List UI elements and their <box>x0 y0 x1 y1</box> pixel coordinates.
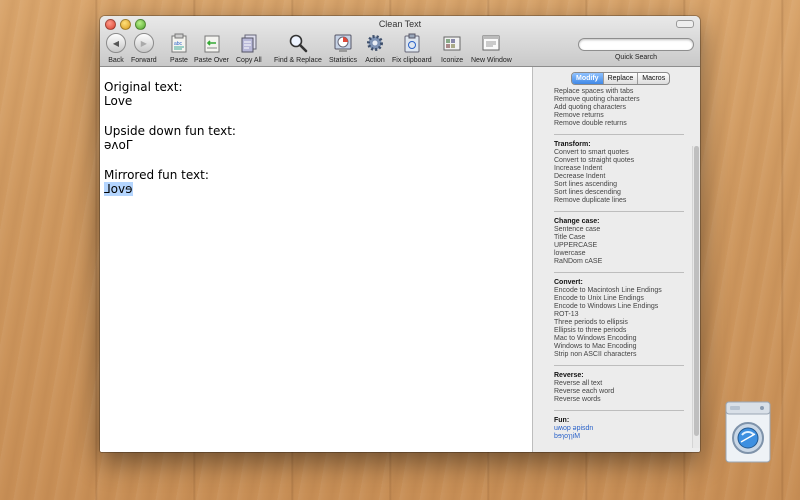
command-item[interactable]: Remove duplicate lines <box>554 197 684 205</box>
statistics-icon <box>332 32 354 54</box>
forward-button[interactable]: ▶ Forward <box>131 32 157 64</box>
back-button[interactable]: ◀ Back <box>105 32 127 64</box>
new-window-button[interactable]: New Window <box>471 32 512 64</box>
command-item[interactable]: Remove quoting characters <box>554 96 684 104</box>
clipboard-icon <box>401 32 423 54</box>
command-item[interactable]: Three periods to ellipsis <box>554 319 684 327</box>
command-item[interactable]: Convert to straight quotes <box>554 157 684 165</box>
statistics-button[interactable]: Statistics <box>329 32 357 64</box>
tab-replace[interactable]: Replace <box>604 73 639 84</box>
copy-all-button[interactable]: Copy All <box>236 32 262 64</box>
group-reverse: Reverse: Reverse all text Reverse each w… <box>554 372 684 411</box>
back-arrow-icon: ◀ <box>106 33 126 53</box>
magnifier-icon <box>287 32 309 54</box>
command-item[interactable]: ROT-13 <box>554 311 684 319</box>
command-item[interactable]: Strip non ASCII characters <box>554 351 684 359</box>
upside-down-value: ǝʌoΓ <box>104 138 133 152</box>
group-transform: Transform: Convert to smart quotes Conve… <box>554 141 684 212</box>
clean-text-window: Clean Text ◀ Back ▶ Forward abc Paste Pa… <box>100 16 700 452</box>
quick-search-input[interactable] <box>578 38 694 51</box>
group-title: Transform: <box>554 141 591 148</box>
forward-arrow-icon: ▶ <box>133 33 154 53</box>
command-item[interactable]: Mac to Windows Encoding <box>554 335 684 343</box>
copy-all-icon <box>238 32 260 54</box>
command-item[interactable]: Sort lines descending <box>554 189 684 197</box>
original-heading: Original text: <box>104 80 183 94</box>
command-item[interactable]: Replace spaces with tabs <box>554 88 684 96</box>
command-item[interactable]: Reverse words <box>554 396 684 404</box>
command-item[interactable]: Remove double returns <box>554 120 684 128</box>
command-item[interactable]: RaNDom cASE <box>554 258 684 266</box>
paste-icon: abc <box>168 32 190 54</box>
command-item[interactable]: Encode to Windows Line Endings <box>554 303 684 311</box>
command-item[interactable]: Convert to smart quotes <box>554 149 684 157</box>
command-item[interactable]: Ellipsis to three periods <box>554 327 684 335</box>
paste-button[interactable]: abc Paste <box>168 32 190 64</box>
upside-down-heading: Upside down fun text: <box>104 124 236 138</box>
command-item[interactable]: Reverse each word <box>554 388 684 396</box>
iconize-icon <box>441 32 463 54</box>
mirrored-value-selection: evoL <box>104 182 133 196</box>
group-title: Fun: <box>554 417 570 424</box>
mirrored-heading: Mirrored fun text: <box>104 168 209 182</box>
mirrored-value: evoL <box>104 182 133 196</box>
find-replace-button[interactable]: Find & Replace <box>274 32 322 64</box>
tab-macros[interactable]: Macros <box>638 73 669 84</box>
svg-text:abc: abc <box>174 41 183 47</box>
command-item[interactable]: Encode to Macintosh Line Endings <box>554 287 684 295</box>
quick-search-label: Quick Search <box>614 54 658 61</box>
command-list: Replace spaces with tabs Remove quoting … <box>554 88 684 452</box>
toolbar-toggle-button[interactable] <box>676 20 694 28</box>
tab-modify[interactable]: Modify <box>572 73 604 84</box>
command-item[interactable]: Sort lines ascending <box>554 181 684 189</box>
command-item[interactable]: Remove returns <box>554 112 684 120</box>
group-title: Convert: <box>554 279 583 286</box>
command-item[interactable]: Decrease Indent <box>554 173 684 181</box>
clean-text-app-icon[interactable] <box>725 401 771 463</box>
window-title: Clean Text <box>378 19 422 29</box>
text-editor[interactable]: Original text: Love Upside down fun text… <box>100 67 532 452</box>
group-fun: Fun: uʍop ǝpisdn bɘɿoɿɿiM <box>554 417 684 447</box>
toolbar: Clean Text ◀ Back ▶ Forward abc Paste Pa… <box>100 16 700 67</box>
action-button[interactable]: Action <box>364 32 386 64</box>
paste-over-button[interactable]: Paste Over <box>194 32 229 64</box>
sidebar-tabs: Modify Replace Macros <box>571 72 671 85</box>
sidebar: Modify Replace Macros Replace spaces wit… <box>533 67 700 452</box>
sidebar-scrollbar[interactable] <box>692 146 700 448</box>
command-item[interactable]: lowercase <box>554 250 684 258</box>
group-title: Change case: <box>554 218 600 225</box>
command-item[interactable]: bɘɿoɿɿiM <box>554 433 684 441</box>
gear-icon <box>364 32 386 54</box>
paste-over-icon <box>201 32 223 54</box>
command-item[interactable]: Windows to Mac Encoding <box>554 343 684 351</box>
new-window-icon <box>480 32 502 54</box>
command-item[interactable]: Sentence case <box>554 226 684 234</box>
group-title: Reverse: <box>554 372 584 379</box>
command-item[interactable]: Title Case <box>554 234 684 242</box>
scrollbar-thumb[interactable] <box>694 146 699 436</box>
group-top: Replace spaces with tabs Remove quoting … <box>554 88 684 135</box>
command-item[interactable]: Add quoting characters <box>554 104 684 112</box>
quick-search: Quick Search <box>578 38 694 61</box>
command-item[interactable]: Increase Indent <box>554 165 684 173</box>
group-convert: Convert: Encode to Macintosh Line Ending… <box>554 279 684 366</box>
fix-clipboard-button[interactable]: Fix clipboard <box>392 32 432 64</box>
group-change-case: Change case: Sentence case Title Case UP… <box>554 218 684 273</box>
command-item[interactable]: UPPERCASE <box>554 242 684 250</box>
command-item[interactable]: Reverse all text <box>554 380 684 388</box>
command-item[interactable]: Encode to Unix Line Endings <box>554 295 684 303</box>
command-item[interactable]: uʍop ǝpisdn <box>554 425 684 433</box>
iconize-button[interactable]: Iconize <box>441 32 463 64</box>
original-value: Love <box>104 94 133 108</box>
